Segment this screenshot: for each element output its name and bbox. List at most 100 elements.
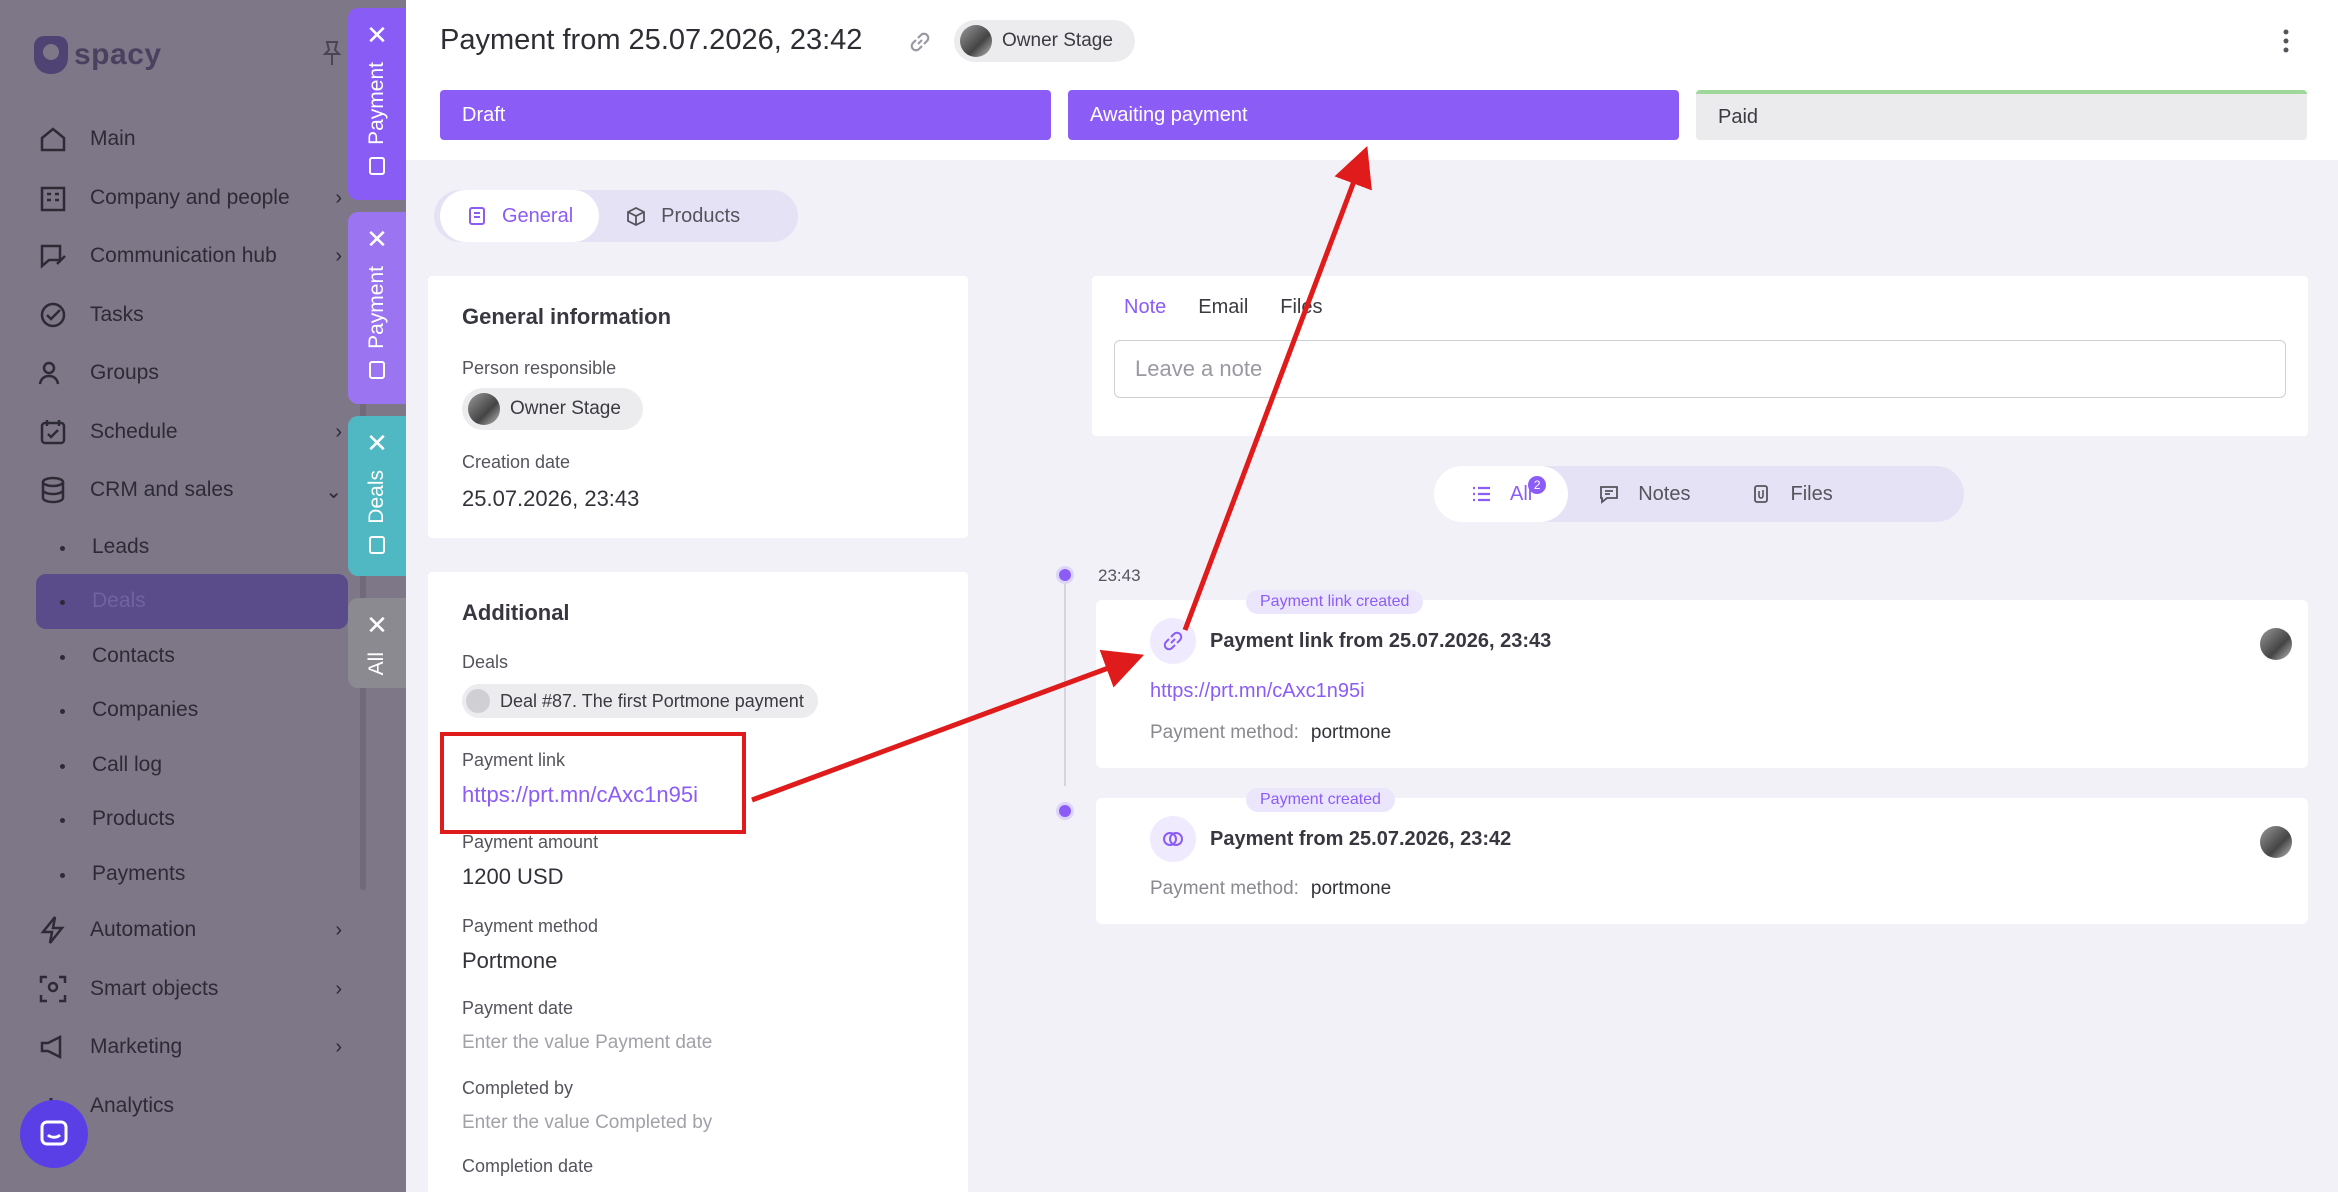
- completed-by-input[interactable]: Enter the value Completed by: [462, 1112, 712, 1134]
- sidebar: spacy Main Company and people › Communic…: [0, 0, 406, 1192]
- tab-label: General: [502, 204, 574, 227]
- payment-link-highlight-box: [440, 732, 746, 834]
- main-panel: Payment from 25.07.2026, 23:42 Owner Sta…: [406, 0, 2338, 1192]
- app-logo[interactable]: spacy: [34, 36, 162, 74]
- sidebar-item-company-and-people[interactable]: Company and people ›: [36, 169, 356, 228]
- pin-icon[interactable]: [322, 40, 342, 66]
- database-icon: [36, 473, 70, 507]
- general-info-card: General information Person responsible O…: [428, 276, 968, 538]
- field-label: Completion date: [462, 1156, 594, 1176]
- logo-text: spacy: [74, 38, 162, 71]
- field-label: Payment method: [462, 916, 599, 936]
- chevron-right-icon: ›: [335, 186, 342, 209]
- side-tab-payment-2[interactable]: ✕ Payment: [348, 212, 406, 404]
- timeline-event-payment-created[interactable]: Payment created Payment from 25.07.2026,…: [1096, 788, 2308, 924]
- support-chat-button[interactable]: [20, 1100, 88, 1168]
- more-options-icon[interactable]: [2282, 28, 2290, 54]
- payment-amount-value[interactable]: 1200 USD: [462, 864, 564, 890]
- sidebar-item-label: Marketing: [90, 1035, 183, 1059]
- sidebar-subitem-products[interactable]: Products: [36, 792, 356, 847]
- tab-general[interactable]: General: [440, 190, 600, 242]
- side-tab-all[interactable]: ✕ All: [348, 598, 406, 688]
- view-tabs: General Products: [434, 190, 798, 242]
- sidebar-item-label: Groups: [90, 361, 159, 385]
- sidebar-item-label: CRM and sales: [90, 478, 234, 502]
- payment-method-value[interactable]: Portmone: [462, 948, 557, 974]
- sidebar-subitem-payments[interactable]: Payments: [36, 847, 356, 902]
- sidebar-item-marketing[interactable]: Marketing ›: [36, 1018, 356, 1077]
- sidebar-subitem-leads[interactable]: Leads: [36, 520, 356, 575]
- stage-draft[interactable]: Draft: [440, 90, 1051, 140]
- link-icon: [1150, 618, 1196, 664]
- note-input[interactable]: Leave a note: [1114, 340, 2286, 398]
- filter-notes[interactable]: Notes: [1568, 466, 1720, 522]
- close-icon[interactable]: ✕: [366, 430, 388, 456]
- timeline-time: 23:43: [1098, 566, 1141, 585]
- field-label: Payment date: [462, 998, 574, 1018]
- page-title: Payment from 25.07.2026, 23:42: [440, 24, 863, 56]
- owner-name: Owner Stage: [1002, 30, 1113, 51]
- close-icon[interactable]: ✕: [366, 612, 388, 638]
- sidebar-item-crm-and-sales[interactable]: CRM and sales ⌄: [36, 461, 356, 520]
- document-icon: [369, 360, 385, 379]
- megaphone-icon: [36, 1030, 70, 1064]
- sidebar-nav: Main Company and people › Communication …: [36, 110, 356, 1135]
- sidebar-item-label: Analytics: [90, 1093, 175, 1117]
- copy-link-icon[interactable]: [906, 28, 934, 56]
- timeline-dot: [1056, 802, 1074, 820]
- subitem-label: Companies: [92, 698, 199, 722]
- chevron-right-icon: ›: [335, 977, 342, 1000]
- tab-email[interactable]: Email: [1198, 296, 1248, 319]
- sidebar-item-smart-objects[interactable]: Smart objects ›: [36, 960, 356, 1019]
- sidebar-item-communication-hub[interactable]: Communication hub ›: [36, 227, 356, 286]
- sidebar-item-groups[interactable]: Groups: [36, 344, 356, 403]
- filter-all[interactable]: All 2: [1434, 466, 1569, 522]
- event-title: Payment from 25.07.2026, 23:42: [1210, 828, 1512, 850]
- scan-icon: [36, 972, 70, 1006]
- owner-chip[interactable]: Owner Stage: [954, 20, 1135, 62]
- event-payment-link[interactable]: https://prt.mn/cAxc1n95i: [1150, 680, 1365, 703]
- sidebar-subitem-contacts[interactable]: Contacts: [36, 629, 356, 684]
- sidebar-subitem-companies[interactable]: Companies: [36, 683, 356, 738]
- section-heading: General information: [462, 304, 672, 329]
- chat-edit-icon: [36, 239, 70, 273]
- subitem-label: Leads: [92, 534, 150, 558]
- close-icon[interactable]: ✕: [366, 22, 388, 48]
- event-method-row: Payment method: portmone: [1150, 722, 1391, 744]
- deal-chip[interactable]: Deal #87. The first Portmone payment: [462, 684, 818, 718]
- side-tab-deals[interactable]: ✕ Deals: [348, 416, 406, 576]
- sidebar-subitem-deals[interactable]: Deals: [36, 574, 348, 629]
- sidebar-subitem-call-log[interactable]: Call log: [36, 738, 356, 793]
- note-tabs: Note Email Files: [1124, 296, 1323, 319]
- sidebar-item-schedule[interactable]: Schedule ›: [36, 403, 356, 462]
- note-icon: [1600, 486, 1619, 504]
- field-label: Payment amount: [462, 832, 599, 852]
- stage-paid[interactable]: Paid: [1696, 90, 2307, 140]
- sidebar-item-tasks[interactable]: Tasks: [36, 286, 356, 345]
- tab-products[interactable]: Products: [599, 190, 766, 242]
- sidebar-item-label: Company and people: [90, 185, 290, 209]
- payment-date-input[interactable]: Enter the value Payment date: [462, 1032, 712, 1054]
- stage-awaiting-payment[interactable]: Awaiting payment: [1068, 90, 1679, 140]
- side-tab-payment-1[interactable]: ✕ Payment: [348, 8, 406, 200]
- filter-files[interactable]: Files: [1720, 466, 1862, 522]
- company-icon: [36, 181, 70, 215]
- timeline-event-payment-link[interactable]: Payment link created Payment link from 2…: [1096, 590, 2308, 768]
- event-title: Payment link from 25.07.2026, 23:43: [1210, 630, 1552, 652]
- subitem-label: Products: [92, 807, 175, 831]
- sidebar-item-automation[interactable]: Automation ›: [36, 901, 356, 960]
- chevron-down-icon: ⌄: [325, 481, 342, 503]
- tab-note[interactable]: Note: [1124, 296, 1166, 319]
- side-tab-label: Payment: [365, 266, 388, 349]
- field-label: Creation date: [462, 452, 571, 472]
- person-responsible-chip[interactable]: Owner Stage: [462, 388, 643, 430]
- sidebar-item-label: Schedule: [90, 419, 178, 443]
- sidebar-item-label: Automation: [90, 918, 197, 942]
- document-icon: [369, 156, 385, 175]
- close-icon[interactable]: ✕: [366, 226, 388, 252]
- event-method-key: Payment method:: [1150, 722, 1299, 743]
- sidebar-item-main[interactable]: Main: [36, 110, 356, 169]
- tab-files[interactable]: Files: [1280, 296, 1322, 319]
- filter-label: Notes: [1638, 482, 1691, 505]
- filter-label: Files: [1790, 482, 1833, 505]
